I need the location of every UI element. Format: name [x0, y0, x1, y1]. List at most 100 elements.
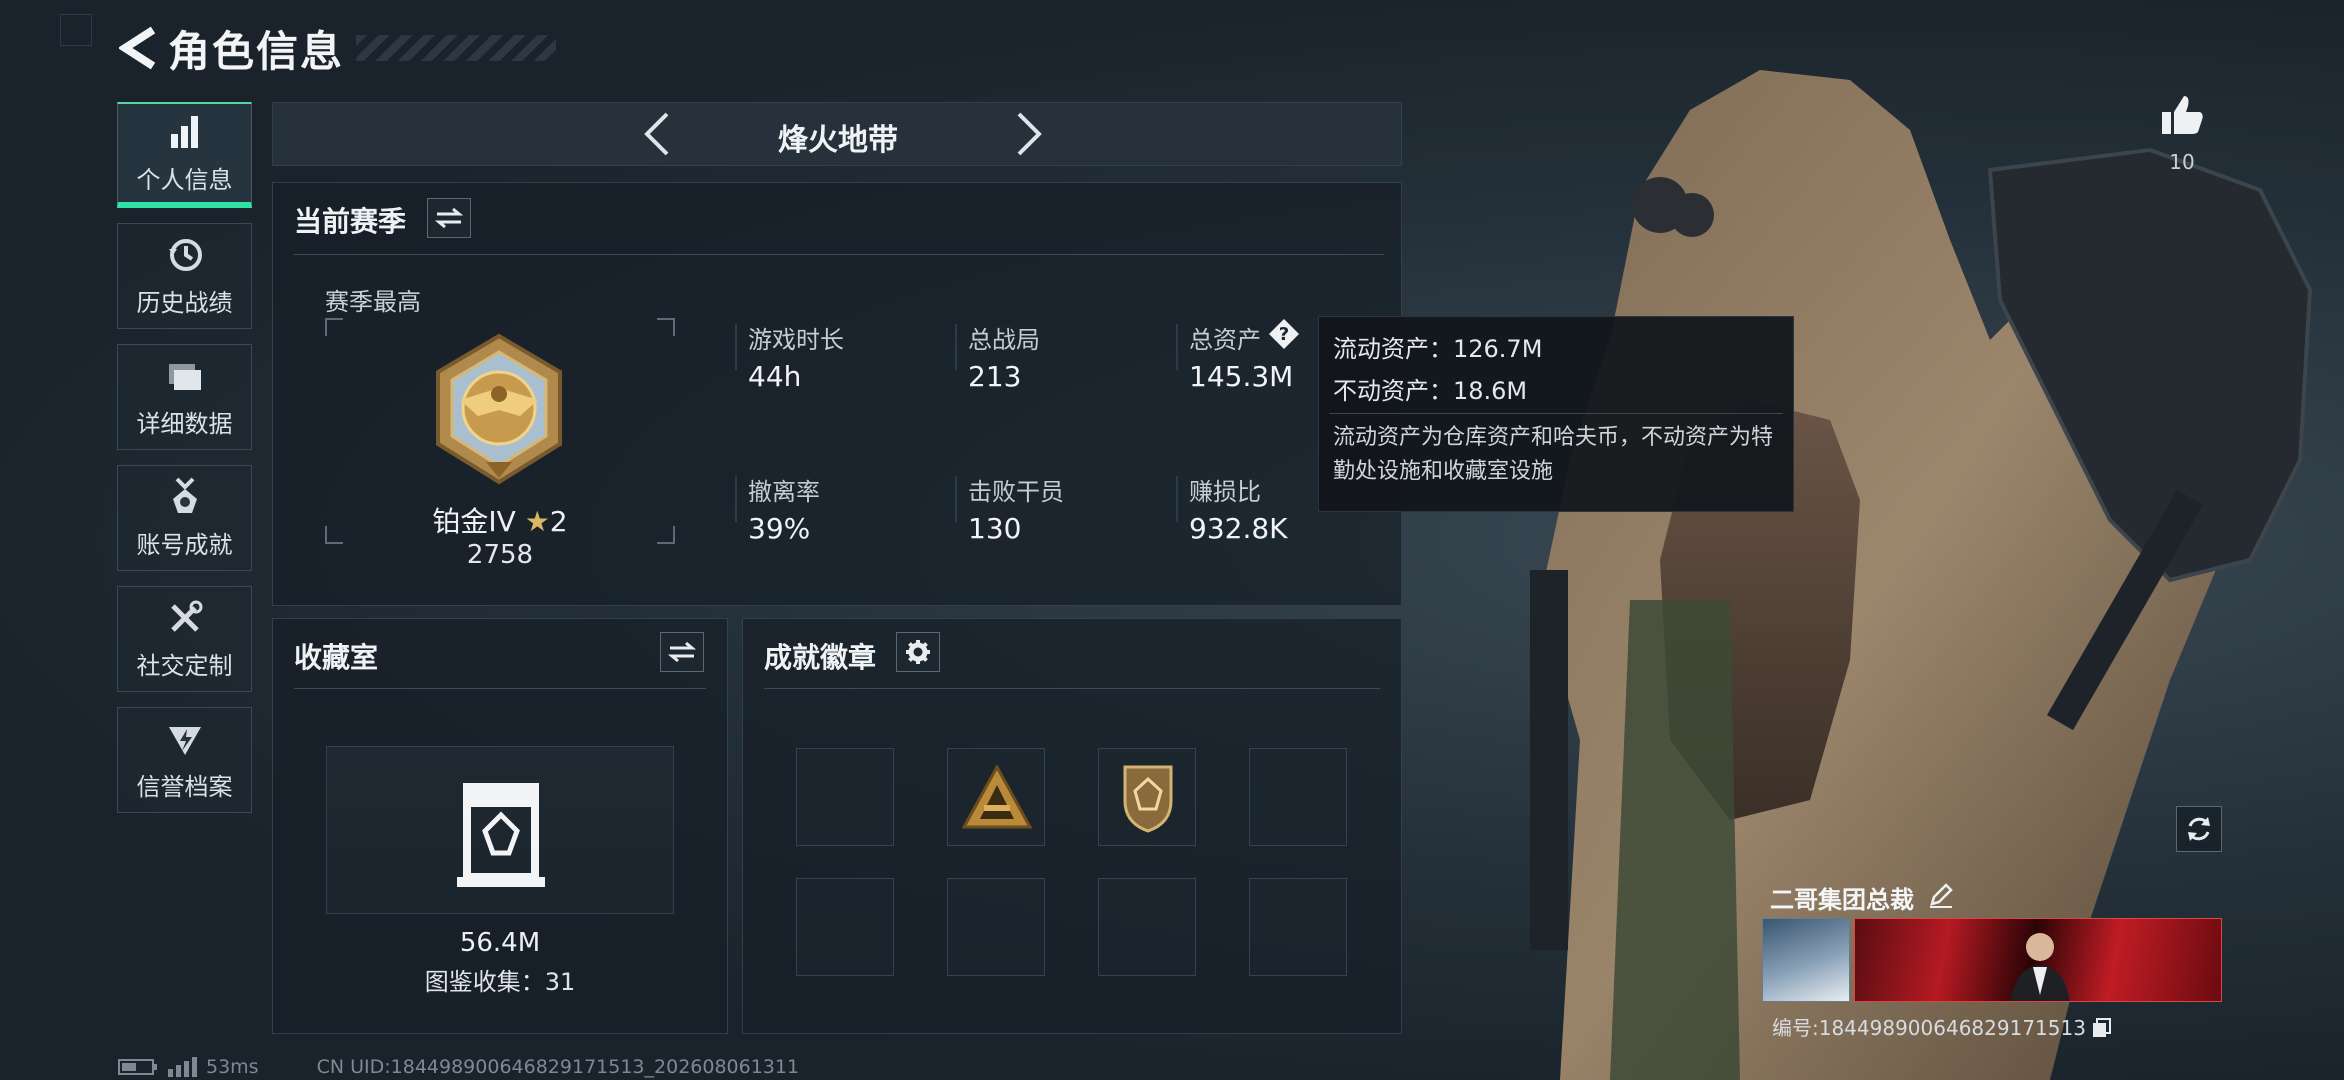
- sidebar-item-label: 详细数据: [136, 409, 233, 438]
- stat-label-profit-loss: 赚损比: [1189, 478, 1261, 506]
- like-block[interactable]: 10: [2152, 92, 2212, 174]
- badge-slot-empty[interactable]: [1098, 878, 1196, 976]
- triangle-badge-icon: [962, 765, 1032, 829]
- player-banner[interactable]: [1854, 918, 2222, 1002]
- battery-icon: [118, 1059, 157, 1075]
- shield-bolt-icon: [168, 726, 201, 755]
- season-best-label: 赛季最高: [325, 288, 421, 316]
- rank-emblem-icon: [436, 333, 562, 485]
- wrench-screwdriver-icon: [170, 600, 202, 632]
- rank-name: 铂金IV: [432, 505, 516, 538]
- badge-slot-empty[interactable]: [1249, 748, 1347, 846]
- mode-next-button[interactable]: [1005, 109, 1055, 159]
- season-divider: [294, 254, 1384, 255]
- stat-value-extract-rate: 39%: [748, 512, 811, 545]
- rank-info: 铂金IV ★2: [325, 500, 675, 540]
- badges-divider: [764, 688, 1380, 689]
- assets-help-button[interactable]: ?: [1268, 318, 1300, 350]
- sidebar-item-history[interactable]: 历史战绩: [117, 223, 252, 329]
- stat-separator: [735, 476, 737, 522]
- page-header: 角色信息: [118, 18, 557, 78]
- collection-preview[interactable]: [326, 746, 674, 914]
- collection-title: 收藏室: [294, 641, 379, 674]
- like-count: 10: [2169, 150, 2195, 174]
- badge-slot-1[interactable]: [947, 748, 1045, 846]
- stat-label-playtime: 游戏时长: [748, 326, 844, 354]
- status-bar: 53ms CN UID:18449890064682917151​3_20260…: [118, 1056, 799, 1078]
- badge-slot-empty[interactable]: [1249, 878, 1347, 976]
- badges-title: 成就徽章: [764, 641, 877, 674]
- sidebar-nav: 个人信息 历史战绩 详细数据 账号成就 社交定制 信誉档案: [117, 102, 254, 828]
- gear-icon: [906, 640, 930, 664]
- collection-room-icon: [457, 783, 545, 887]
- badges-settings-button[interactable]: [896, 632, 940, 672]
- rank-points: 2758: [466, 540, 534, 570]
- stat-label-extract-rate: 撤离率: [748, 478, 820, 506]
- sidebar-item-achievements[interactable]: 账号成就: [117, 465, 252, 571]
- stat-label-kills: 击败干员: [968, 478, 1064, 506]
- status-uid: CN UID:18449890064682917151​3_2026080613…: [316, 1056, 800, 1078]
- sidebar-item-label: 账号成就: [136, 530, 233, 559]
- sidebar-item-social-custom[interactable]: 社交定制: [117, 586, 252, 692]
- ping-text: 53ms: [206, 1056, 259, 1078]
- sidebar-item-detailed-data[interactable]: 详细数据: [117, 344, 252, 450]
- mode-selector: 烽火地带: [272, 102, 1402, 166]
- page-title: 角色信息: [168, 26, 345, 76]
- chevron-right-icon: [1017, 112, 1042, 156]
- sidebar-item-label: 信誉档案: [136, 772, 233, 801]
- folder-icon: [168, 363, 201, 390]
- stat-value-playtime: 44h: [748, 360, 802, 393]
- help-question-icon: ?: [1269, 319, 1299, 349]
- stat-value-total-assets: 145.3M: [1189, 360, 1294, 393]
- stat-separator: [735, 324, 737, 370]
- edit-name-button[interactable]: [1928, 882, 1954, 912]
- stat-separator: [1176, 324, 1178, 370]
- shield-badge-icon: [1123, 765, 1173, 833]
- player-uid: 编号:18449890064682917151​3: [1772, 1012, 2112, 1041]
- bar-chart-icon: [170, 115, 198, 148]
- sidebar-item-label: 历史战绩: [136, 288, 233, 317]
- collection-value: 56.4M: [459, 928, 541, 958]
- stat-separator: [955, 476, 957, 522]
- player-avatar[interactable]: [1762, 918, 1850, 1002]
- stat-separator: [1176, 476, 1178, 522]
- season-switch-button[interactable]: [427, 198, 471, 238]
- collection-codex: 图鉴收集：31: [424, 968, 576, 996]
- badge-slot-empty[interactable]: [947, 878, 1045, 976]
- tooltip-fixed-assets: 不动资产：18.6M: [1333, 377, 1528, 405]
- refresh-icon: [2188, 817, 2210, 841]
- mode-title: 烽火地带: [778, 123, 898, 158]
- back-button[interactable]: [118, 23, 158, 73]
- rank-star-icon: ★: [524, 505, 550, 538]
- swap-arrows-icon: [668, 641, 696, 663]
- frame-corner: [325, 318, 343, 336]
- season-title: 当前赛季: [294, 205, 407, 238]
- banner-figure-icon: [2010, 933, 2070, 1001]
- sidebar-item-label: 个人信息: [136, 165, 233, 194]
- rank-stars: 2: [549, 505, 568, 538]
- badge-slot-empty[interactable]: [796, 878, 894, 976]
- sidebar-item-reputation[interactable]: 信誉档案: [117, 707, 252, 813]
- assets-tooltip: 流动资产：126.7M 不动资产：18.6M 流动资产为仓库资产和哈夫币，不动资…: [1318, 316, 1794, 512]
- signal-icon: [168, 1057, 197, 1077]
- title-hatch-decoration: [356, 35, 557, 61]
- stat-separator: [955, 324, 957, 370]
- frame-corner: [657, 318, 675, 336]
- player-name: 二哥集团总裁: [1770, 886, 1914, 914]
- corner-decoration: [60, 14, 92, 46]
- stat-value-kills: 130: [968, 512, 1022, 545]
- chevron-left-icon: [644, 112, 669, 156]
- collection-switch-button[interactable]: [660, 632, 704, 672]
- player-uid-text: 编号:18449890064682917151​3: [1772, 1016, 2086, 1040]
- refresh-model-button[interactable]: [2176, 806, 2222, 852]
- badge-slot-2[interactable]: [1098, 748, 1196, 846]
- badge-slot-empty[interactable]: [796, 748, 894, 846]
- copy-icon[interactable]: [2092, 1018, 2112, 1038]
- pencil-icon: [1930, 883, 1953, 908]
- medal-icon: [172, 477, 197, 513]
- tooltip-description: 流动资产为仓库资产和哈夫币，不动资产为特勤处设施和收藏室设施: [1333, 425, 1774, 484]
- mode-prev-button[interactable]: [631, 109, 681, 159]
- stat-label-total-assets: 总资产: [1189, 326, 1261, 354]
- svg-text:?: ?: [1279, 324, 1289, 345]
- sidebar-item-personal-info[interactable]: 个人信息: [117, 102, 252, 208]
